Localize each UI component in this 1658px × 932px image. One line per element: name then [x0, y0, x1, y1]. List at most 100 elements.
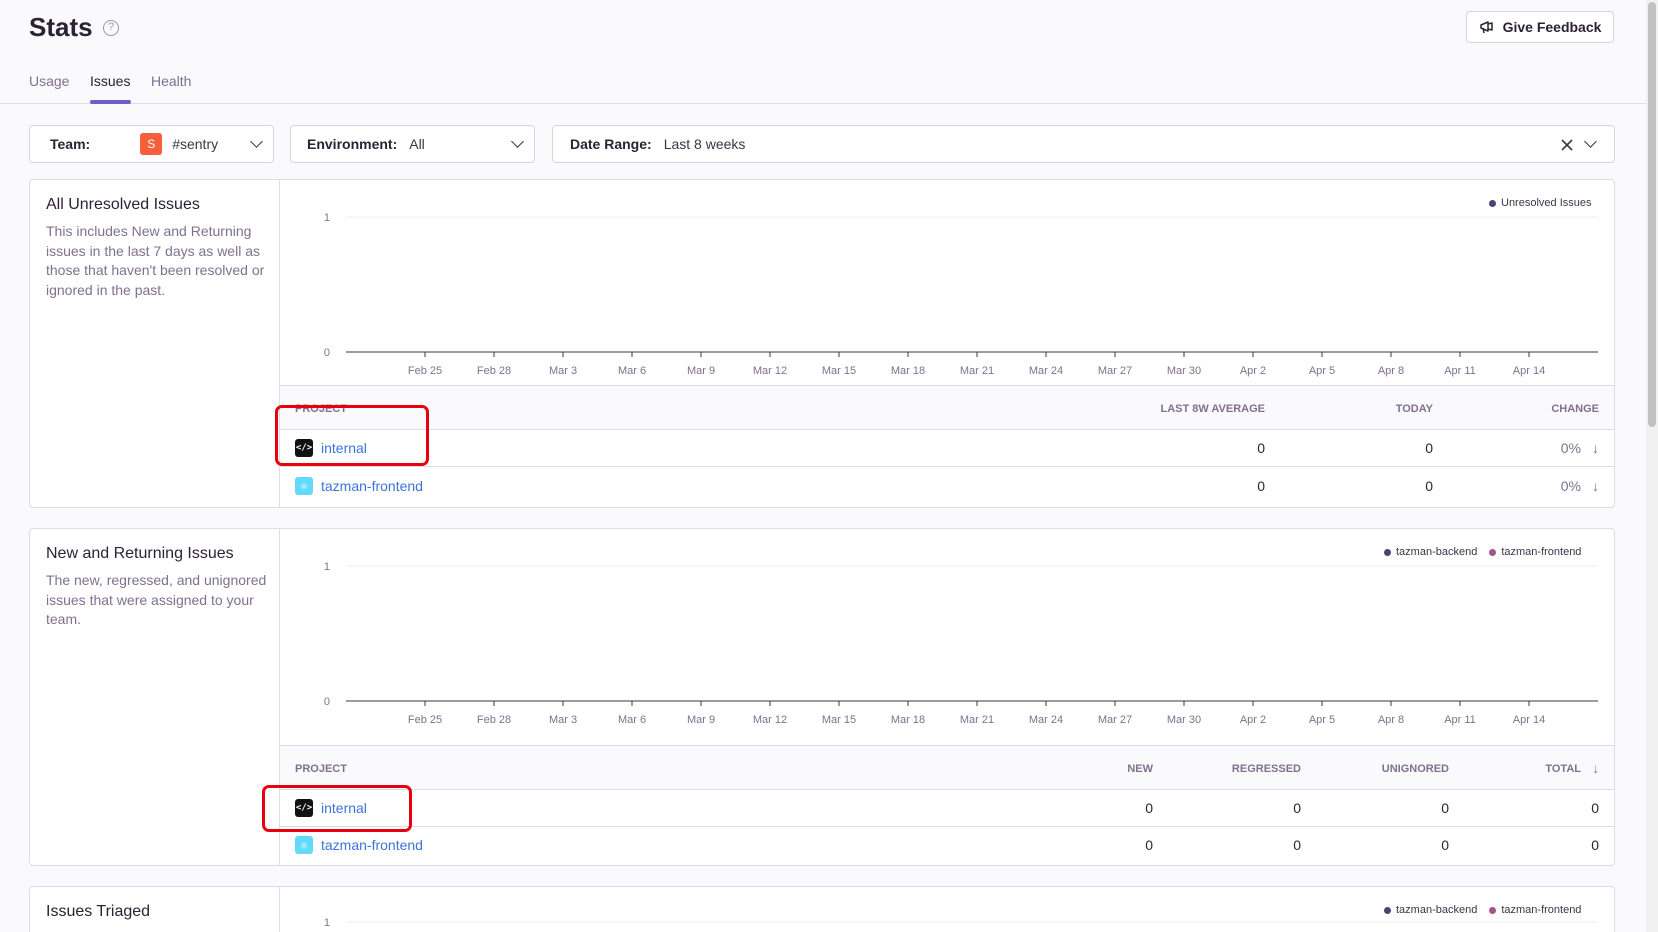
new-returning-issues-chart: 1 0 Feb 25 Feb 28 Mar 3 Mar 6 Mar 9 Mar 12 Mar…	[324, 561, 1598, 726]
y-tick: 1	[324, 212, 330, 224]
highlight-annotation	[275, 405, 429, 466]
x-tick-label: Mar 30	[1167, 714, 1201, 726]
column-unignored[interactable]: UNIGNORED	[1382, 763, 1449, 775]
panel-description: This includes New and Returning issues i…	[46, 223, 265, 298]
date-range-label: Date Range:	[570, 136, 652, 152]
column-new[interactable]: NEW	[1127, 763, 1153, 775]
column-last-8w-average[interactable]: LAST 8W AVERAGE	[1160, 403, 1265, 415]
x-tick-label: Apr 11	[1444, 714, 1476, 726]
column-today[interactable]: TODAY	[1396, 403, 1433, 415]
new-value: 0	[1145, 800, 1153, 816]
x-tick-label: Mar 15	[822, 714, 856, 726]
regressed-value: 0	[1293, 837, 1301, 853]
x-tick-label: Apr 5	[1309, 365, 1335, 377]
x-tick-label: Apr 2	[1240, 365, 1266, 377]
arrow-down-icon: ↓	[1592, 440, 1599, 456]
tab-usage[interactable]: Usage	[29, 73, 69, 89]
total-value: 0	[1591, 800, 1599, 816]
table-row: </> internal 0 0 0 0	[280, 790, 1614, 827]
environment-selector[interactable]: Environment: All	[290, 125, 535, 163]
scrollbar[interactable]	[1646, 0, 1658, 932]
date-range-value: Last 8 weeks	[663, 136, 746, 152]
chevron-down-icon[interactable]	[1584, 135, 1597, 148]
page-header: Stats ? Give Feedback Usage Issues Healt…	[0, 0, 1646, 104]
x-tick-label: Apr 14	[1513, 714, 1545, 726]
tab-issues[interactable]: Issues	[90, 73, 130, 89]
x-tick-label: Mar 6	[618, 714, 646, 726]
give-feedback-button[interactable]: Give Feedback	[1466, 11, 1614, 43]
x-tick-label: Feb 28	[477, 365, 511, 377]
unresolved-issues-chart: 1 0 Feb 25 Feb 28 Mar 3 Mar 6 Mar 9 Mar 12 Mar…	[324, 212, 1598, 377]
x-tick-label: Mar 9	[687, 714, 715, 726]
panel-title: Issues Triaged	[46, 903, 151, 920]
give-feedback-label: Give Feedback	[1502, 19, 1602, 35]
x-tick-label: Mar 27	[1098, 714, 1132, 726]
x-tick-label: Mar 18	[891, 714, 925, 726]
react-icon: ⚛	[295, 836, 313, 854]
x-tick-label: Mar 12	[753, 365, 787, 377]
panel-title: New and Returning Issues	[46, 545, 234, 562]
avg-value: 0	[1257, 478, 1265, 494]
table-row: ⚛ tazman-frontend 0 0 0 0	[280, 827, 1614, 864]
x-tick-label: Mar 9	[687, 365, 715, 377]
project-link[interactable]: ⚛ tazman-frontend	[295, 477, 423, 495]
y-tick: 1	[324, 917, 330, 929]
y-tick: 1	[324, 561, 330, 573]
today-value: 0	[1425, 478, 1433, 494]
chevron-down-icon	[511, 135, 524, 148]
team-selector[interactable]: Team: S #sentry	[29, 125, 274, 163]
table-header: PROJECT NEW REGRESSED UNIGNORED TOTAL ↓	[280, 745, 1614, 790]
x-tick-label: Mar 21	[960, 365, 994, 377]
panel-sidebar: New and Returning Issues The new, regres…	[30, 529, 280, 865]
x-tick-label: Apr 11	[1444, 365, 1476, 377]
regressed-value: 0	[1293, 800, 1301, 816]
chevron-down-icon	[250, 135, 263, 148]
x-tick-label: Feb 25	[408, 714, 442, 726]
column-total[interactable]: TOTAL	[1545, 763, 1581, 775]
x-tick-label: Apr 5	[1309, 714, 1335, 726]
x-tick-label: Mar 15	[822, 365, 856, 377]
all-unresolved-issues-panel: All Unresolved Issues This includes New …	[29, 179, 1615, 508]
panel-title: All Unresolved Issues	[46, 196, 200, 213]
x-tick-label: Apr 8	[1378, 365, 1404, 377]
panel-description: The new, regressed, and unignored issues…	[46, 572, 267, 627]
table-row: </> internal 0 0 0% ↓	[280, 430, 1614, 467]
issues-triaged-chart: 1	[324, 917, 1598, 929]
x-tick-label: Mar 3	[549, 365, 577, 377]
issues-triaged-panel: Issues Triaged tazman-backend tazman-fro…	[29, 886, 1615, 932]
unignored-value: 0	[1441, 800, 1449, 816]
x-tick-label: Feb 28	[477, 714, 511, 726]
team-avatar: S	[140, 133, 163, 155]
scrollbar-thumb[interactable]	[1648, 2, 1656, 427]
avg-value: 0	[1257, 440, 1265, 456]
sort-arrow-icon: ↓	[1592, 761, 1600, 776]
tab-health[interactable]: Health	[151, 73, 191, 89]
environment-label: Environment:	[307, 136, 398, 152]
x-tick-label: Apr 14	[1513, 365, 1545, 377]
column-change[interactable]: CHANGE	[1551, 403, 1599, 415]
help-icon[interactable]: ?	[103, 20, 119, 36]
x-tick-label: Mar 6	[618, 365, 646, 377]
new-value: 0	[1145, 837, 1153, 853]
project-link[interactable]: ⚛ tazman-frontend	[295, 836, 423, 854]
today-value: 0	[1425, 440, 1433, 456]
y-tick: 0	[324, 696, 330, 708]
megaphone-icon	[1479, 21, 1493, 34]
y-tick: 0	[324, 347, 330, 359]
x-tick-label: Feb 25	[408, 365, 442, 377]
panel-sidebar: All Unresolved Issues This includes New …	[30, 180, 280, 507]
x-tick-label: Mar 27	[1098, 365, 1132, 377]
unignored-value: 0	[1441, 837, 1449, 853]
x-tick-label: Mar 3	[549, 714, 577, 726]
x-tick-label: Mar 21	[960, 714, 994, 726]
x-tick-label: Apr 8	[1378, 714, 1404, 726]
date-range-selector[interactable]: Date Range: Last 8 weeks	[552, 125, 1615, 163]
x-tick-label: Mar 12	[753, 714, 787, 726]
change-value: 0%	[1560, 478, 1581, 494]
clear-icon[interactable]	[1561, 139, 1573, 151]
table-header: PROJECT LAST 8W AVERAGE TODAY CHANGE	[280, 385, 1614, 430]
environment-value: All	[409, 136, 425, 152]
table-row: ⚛ tazman-frontend 0 0 0% ↓	[280, 468, 1614, 505]
column-regressed[interactable]: REGRESSED	[1232, 763, 1301, 775]
column-project[interactable]: PROJECT	[295, 763, 347, 775]
